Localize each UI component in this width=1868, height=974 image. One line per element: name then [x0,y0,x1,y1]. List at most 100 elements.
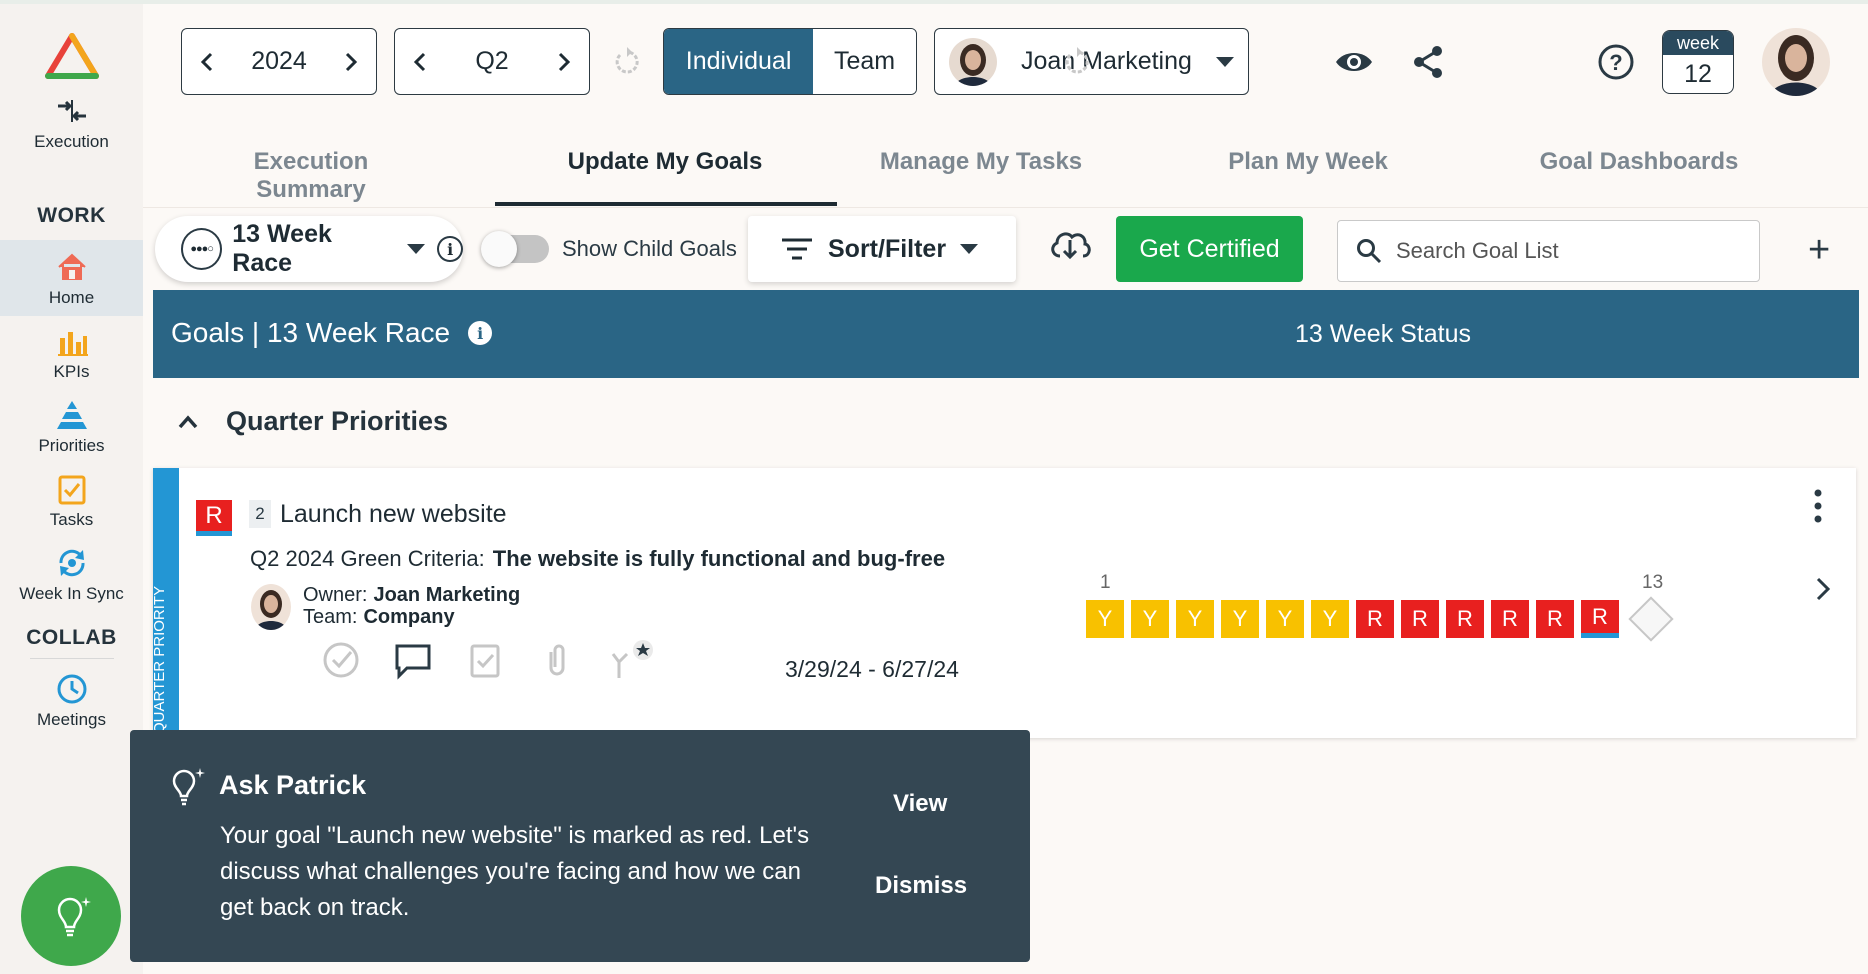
sidebar-item-label: Execution [34,132,109,151]
goal-card[interactable]: QUARTER PRIORITY R 2 Launch new website … [151,468,1856,738]
week-status-cell[interactable]: R [1491,600,1529,638]
view-individual-option[interactable]: Individual [664,29,814,94]
week-status-cell[interactable]: Y [1266,600,1304,638]
chevron-down-icon [407,244,426,254]
chevron-left-icon[interactable] [413,52,427,72]
reset-period-icon[interactable] [611,46,643,78]
week-status-cell[interactable]: Y [1221,600,1259,638]
sidebar-item-tasks[interactable]: Tasks [0,472,143,530]
link-child-goal-icon[interactable] [609,640,657,680]
sort-filter-label: Sort/Filter [828,234,947,263]
goal-title[interactable]: Launch new website [280,500,507,529]
week-status-cell[interactable]: Y [1086,600,1124,638]
week-status-cell[interactable]: R [1446,600,1484,638]
search-input[interactable] [1396,238,1736,264]
attachment-icon[interactable] [537,640,577,680]
owner-value: Joan Marketing [373,584,521,606]
sync-icon [59,549,84,577]
show-child-goals-toggle[interactable] [481,231,549,267]
week-status-cell[interactable]: R [1401,600,1439,638]
comment-icon[interactable] [393,640,433,680]
tab-execution-summary[interactable]: Execution Summary [211,148,411,204]
child-count-badge: 2 [249,500,271,528]
sidebar-item-meetings[interactable]: Meetings [0,672,143,730]
sidebar: Execution WORK Home KPIs Priorities Task… [0,4,143,974]
share-icon[interactable] [1409,44,1449,80]
add-goal-icon[interactable]: + [1808,231,1830,269]
sidebar-divider [30,658,114,659]
task-checklist-icon[interactable] [465,640,505,680]
more-options-icon[interactable] [1813,488,1823,524]
search-icon [1357,239,1382,264]
chevron-right-icon[interactable] [344,52,358,72]
week-status-row: YYYYYYRRRRRR [1086,596,1674,642]
week-status-cell[interactable]: R [1356,600,1394,638]
status-badge[interactable]: R [196,500,232,536]
goal-dates: 3/29/24 - 6/27/24 [785,656,959,682]
chevron-down-icon [1216,56,1234,67]
strip-label: QUARTER PRIORITY [151,585,168,734]
view-team-option[interactable]: Team [813,29,916,94]
help-icon[interactable]: ? [1596,44,1636,80]
chevron-up-icon[interactable] [178,414,198,429]
week-status-cell[interactable]: Y [1176,600,1214,638]
week-status-cell[interactable]: R [1581,600,1619,638]
sidebar-item-home[interactable]: Home [0,240,143,316]
goals-header-band: Goals | 13 Week Race i 13 Week Status [153,290,1859,378]
sidebar-item-week-in-sync[interactable]: Week In Sync [0,546,143,604]
chevron-left-icon[interactable] [200,52,214,72]
tab-goal-dashboards[interactable]: Goal Dashboards [1539,148,1739,176]
year-value: 2024 [251,47,307,75]
sidebar-item-label: KPIs [53,362,90,381]
section-label-collab: COLLAB [26,626,117,649]
quarter-priorities-section[interactable]: Quarter Priorities [178,406,448,437]
chevron-right-icon[interactable] [1815,576,1831,602]
week-end-label: 13 [1642,572,1664,593]
ask-patrick-fab[interactable] [21,866,121,966]
eye-icon[interactable] [1334,44,1374,80]
tab-update-my-goals[interactable]: Update My Goals [515,148,815,176]
week-status-cell[interactable]: R [1536,600,1574,638]
week-status-cell[interactable]: Y [1311,600,1349,638]
goal-actions [321,640,657,680]
sidebar-item-kpis[interactable]: KPIs [0,324,143,382]
sort-filter-button[interactable]: Sort/Filter [748,216,1016,282]
get-certified-button[interactable]: Get Certified [1116,216,1303,282]
week-number: 12 [1684,60,1712,88]
goals-title: Goals | 13 Week Race i [171,317,493,349]
tab-plan-my-week[interactable]: Plan My Week [1203,148,1413,176]
race-icon: ●●●○ [181,228,223,270]
team-value: Company [363,606,455,628]
toast-dismiss-button[interactable]: Dismiss [875,872,967,900]
toast-view-button[interactable]: View [893,790,947,818]
info-icon[interactable]: i [468,321,493,345]
info-icon[interactable]: i [437,236,463,262]
svg-text:?: ? [1609,50,1622,75]
top-header: 2024 Q2 Individual Team Joan Marketing ? [143,4,1868,120]
criteria-value: The website is fully functional and bug-… [492,546,946,571]
sidebar-item-priorities[interactable]: Priorities [0,398,143,456]
owner-label: Owner: [303,584,368,606]
sidebar-item-execution[interactable]: Execution [0,94,143,152]
lightbulb-sparkle-icon [57,897,91,937]
checklist-icon [58,475,85,505]
reset-user-icon[interactable] [1061,46,1093,78]
avatar [949,37,997,86]
goals-title-text: Goals | 13 Week Race [171,317,451,348]
tab-bar: Execution Summary Update My Goals Manage… [143,120,1868,208]
check-circle-icon[interactable] [321,640,361,680]
criteria-label: Q2 2024 Green Criteria: [250,546,485,571]
sidebar-item-label: Meetings [37,710,106,729]
cloud-download-icon[interactable] [1048,226,1092,262]
week-status-header: 13 Week Status [1295,320,1472,348]
owner-info: Owner: Joan Marketing Team: Company [303,584,520,628]
clock-icon [57,674,86,704]
tab-manage-my-tasks[interactable]: Manage My Tasks [861,148,1101,176]
green-criteria: Q2 2024 Green Criteria: The website is fu… [250,546,945,572]
race-selector[interactable]: ●●●○ 13 Week Race i [155,216,463,282]
chevron-right-icon[interactable] [557,52,571,72]
week-status-cell[interactable]: Y [1131,600,1169,638]
week-status-empty[interactable] [1628,596,1674,642]
toggle-knob [481,231,517,267]
profile-avatar[interactable] [1762,28,1830,96]
